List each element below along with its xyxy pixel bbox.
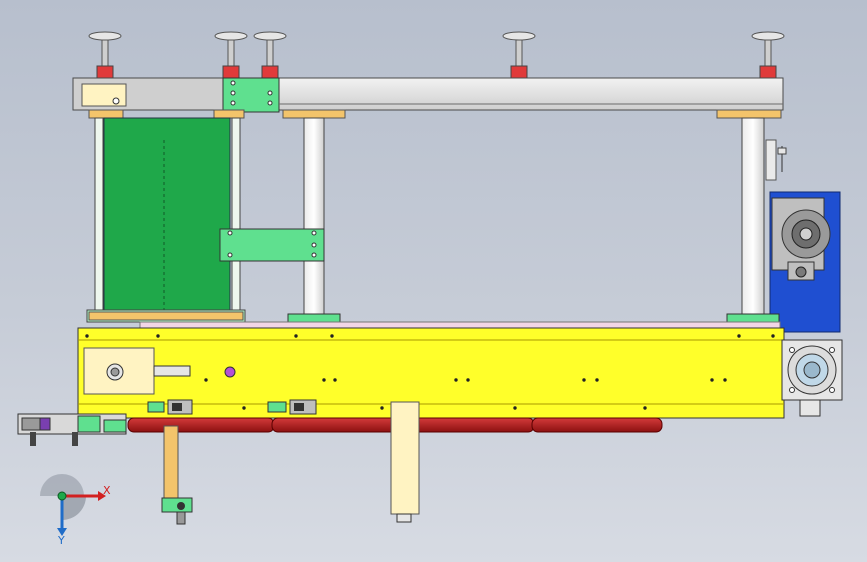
gear-motor[interactable]	[769, 191, 841, 333]
hanging-plate[interactable]	[390, 401, 420, 523]
sensor-bracket[interactable]	[267, 399, 317, 415]
coordinate-triad: X Y	[40, 474, 111, 547]
cad-viewport[interactable]: X Y	[0, 0, 867, 562]
green-bracket[interactable]	[219, 228, 325, 262]
upper-frame-beam[interactable]	[72, 77, 784, 113]
leveling-foot[interactable]	[214, 31, 248, 79]
conveyor-wheel[interactable]	[127, 417, 275, 433]
hanging-arm[interactable]	[161, 425, 193, 525]
leveling-foot[interactable]	[88, 31, 122, 79]
green-mounting-plate[interactable]	[86, 117, 246, 323]
leveling-foot[interactable]	[502, 31, 536, 79]
sensor-bracket[interactable]	[147, 399, 193, 415]
y-axis-label: Y	[57, 534, 65, 547]
leveling-foot[interactable]	[253, 31, 287, 79]
clamp-assembly[interactable]	[17, 413, 127, 446]
x-axis-label: X	[103, 484, 111, 497]
drive-flange[interactable]	[781, 339, 843, 417]
leveling-foot[interactable]	[751, 31, 785, 79]
beam-pad	[88, 109, 782, 119]
machine-drawing: X Y	[17, 31, 843, 547]
conveyor-wheel[interactable]	[531, 417, 663, 433]
vertical-post[interactable]	[303, 117, 325, 319]
